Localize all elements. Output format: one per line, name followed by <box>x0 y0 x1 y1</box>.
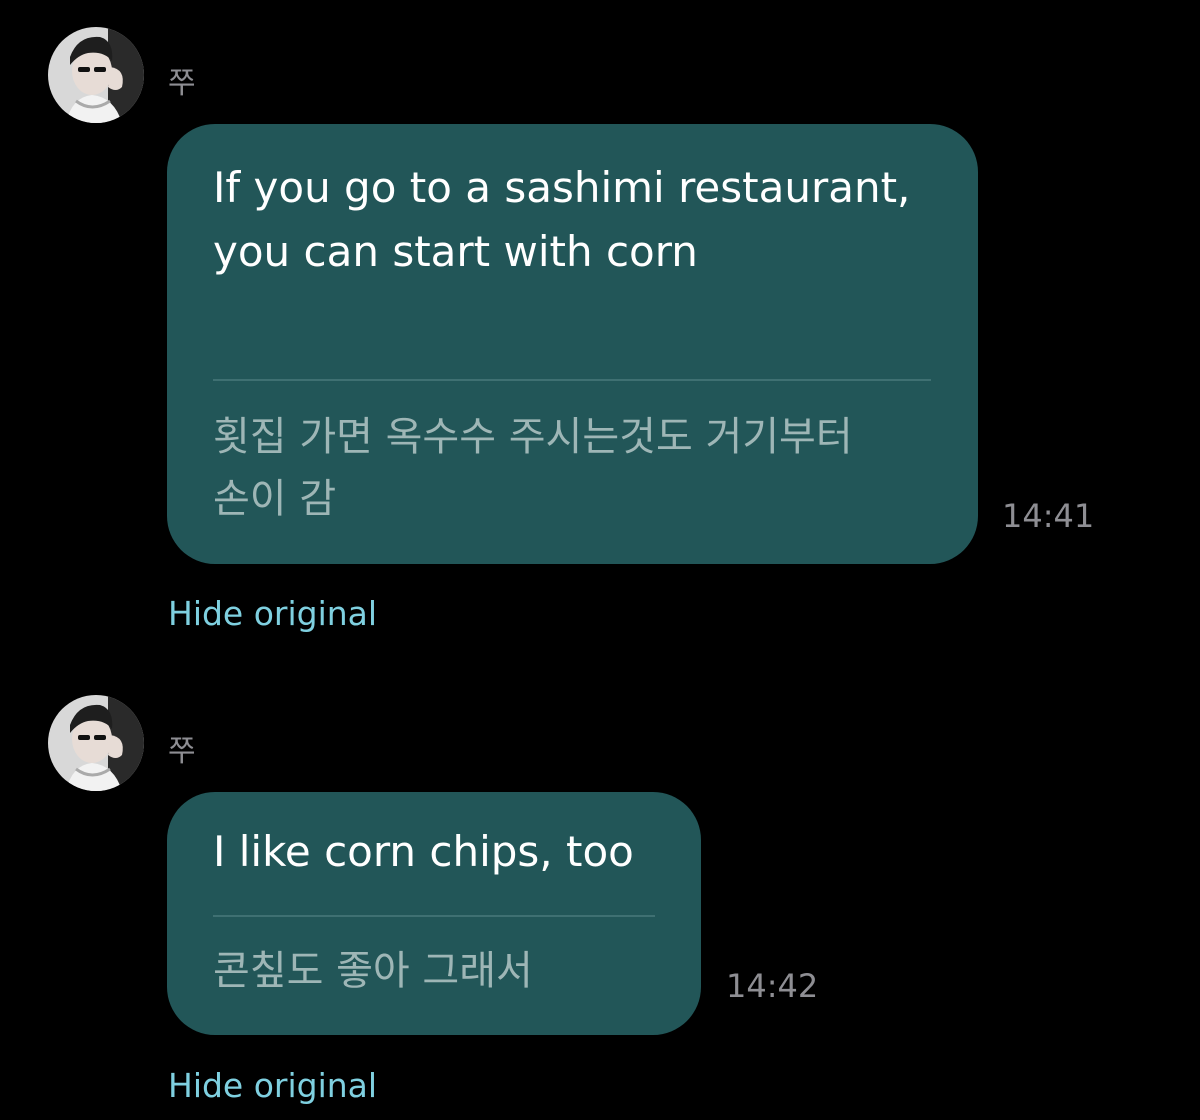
message-timestamp: 14:42 <box>726 967 819 1005</box>
chat-thread: 쭈 If you go to a sashimi restaurant, you… <box>0 0 1200 1120</box>
sender-avatar[interactable] <box>48 695 144 791</box>
avatar-photo-icon <box>48 695 144 791</box>
hide-original-link[interactable]: Hide original <box>168 1066 377 1105</box>
message-bubble[interactable]: If you go to a sashimi restaurant, you c… <box>167 124 978 564</box>
message-timestamp: 14:41 <box>1002 497 1095 535</box>
translated-text: If you go to a sashimi restaurant, you c… <box>213 163 911 276</box>
translation-divider <box>213 915 655 917</box>
sender-avatar[interactable] <box>48 27 144 123</box>
message-bubble[interactable]: I like corn chips, too 콘칲도 좋아 그래서 <box>167 792 701 1035</box>
original-text: 횟집 가면 옥수수 주시는것도 거기부터 손이 감 <box>213 414 853 522</box>
sender-name: 쭈 <box>168 734 196 769</box>
avatar-photo-icon <box>48 27 144 123</box>
translated-text: I like corn chips, too <box>213 827 634 876</box>
original-text: 콘칲도 좋아 그래서 <box>213 948 533 994</box>
sender-name: 쭈 <box>168 66 196 101</box>
hide-original-link[interactable]: Hide original <box>168 594 377 633</box>
translation-divider <box>213 379 931 381</box>
